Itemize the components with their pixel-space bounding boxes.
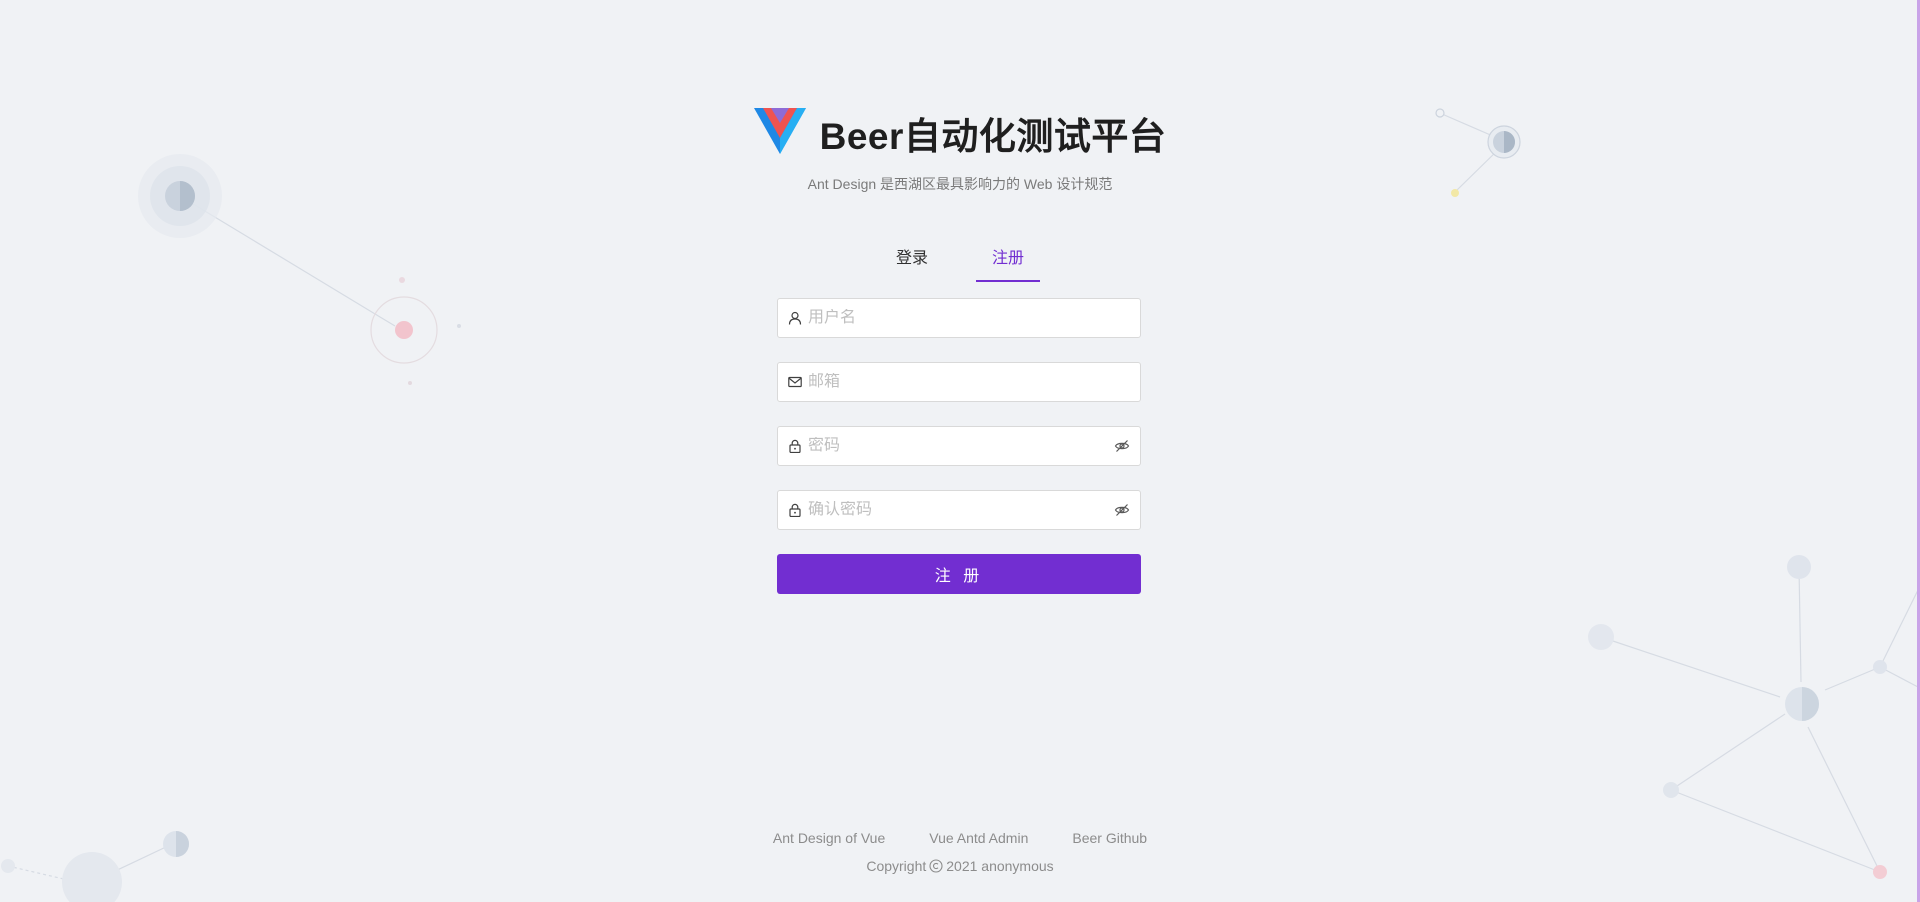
lock-icon	[788, 503, 802, 517]
username-input[interactable]	[808, 309, 1130, 327]
brand: Beer自动化测试平台	[753, 106, 1167, 160]
page-subtitle: Ant Design 是西湖区最具影响力的 Web 设计规范	[807, 176, 1113, 192]
eye-invisible-icon[interactable]	[1114, 438, 1130, 454]
tab-login[interactable]: 登录	[880, 238, 944, 282]
confirm-password-field[interactable]	[777, 490, 1141, 530]
lock-icon	[788, 439, 802, 453]
footer-link-ant-design-vue[interactable]: Ant Design of Vue	[773, 830, 885, 846]
password-input[interactable]	[808, 437, 1114, 455]
tab-register[interactable]: 注册	[976, 238, 1041, 282]
footer-link-beer-github[interactable]: Beer Github	[1072, 830, 1147, 846]
register-form: 注 册	[777, 298, 1141, 594]
copyright: Copyright 2021 anonymous	[866, 858, 1053, 874]
footer-links: Ant Design of Vue Vue Antd Admin Beer Gi…	[0, 830, 1920, 846]
login-header: Beer自动化测试平台 Ant Design 是西湖区最具影响力的 Web 设计…	[0, 106, 1920, 194]
page-title: Beer自动化测试平台	[819, 116, 1167, 157]
email-input[interactable]	[808, 373, 1130, 391]
copyright-label: Copyright	[866, 858, 927, 874]
password-field[interactable]	[777, 426, 1141, 466]
confirm-password-input[interactable]	[808, 501, 1114, 519]
footer-link-vue-antd-admin[interactable]: Vue Antd Admin	[929, 830, 1028, 846]
user-icon	[788, 311, 802, 325]
mail-icon	[788, 375, 802, 389]
eye-invisible-icon[interactable]	[1114, 502, 1130, 518]
auth-tabs: 登录 注册	[0, 238, 1920, 282]
vue-logo-icon	[753, 107, 806, 159]
page-footer: Ant Design of Vue Vue Antd Admin Beer Gi…	[0, 830, 1920, 874]
email-field[interactable]	[777, 362, 1141, 402]
copyright-icon	[929, 859, 943, 873]
copyright-text: 2021 anonymous	[946, 858, 1054, 874]
register-button[interactable]: 注 册	[777, 554, 1141, 594]
username-field[interactable]	[777, 298, 1141, 338]
